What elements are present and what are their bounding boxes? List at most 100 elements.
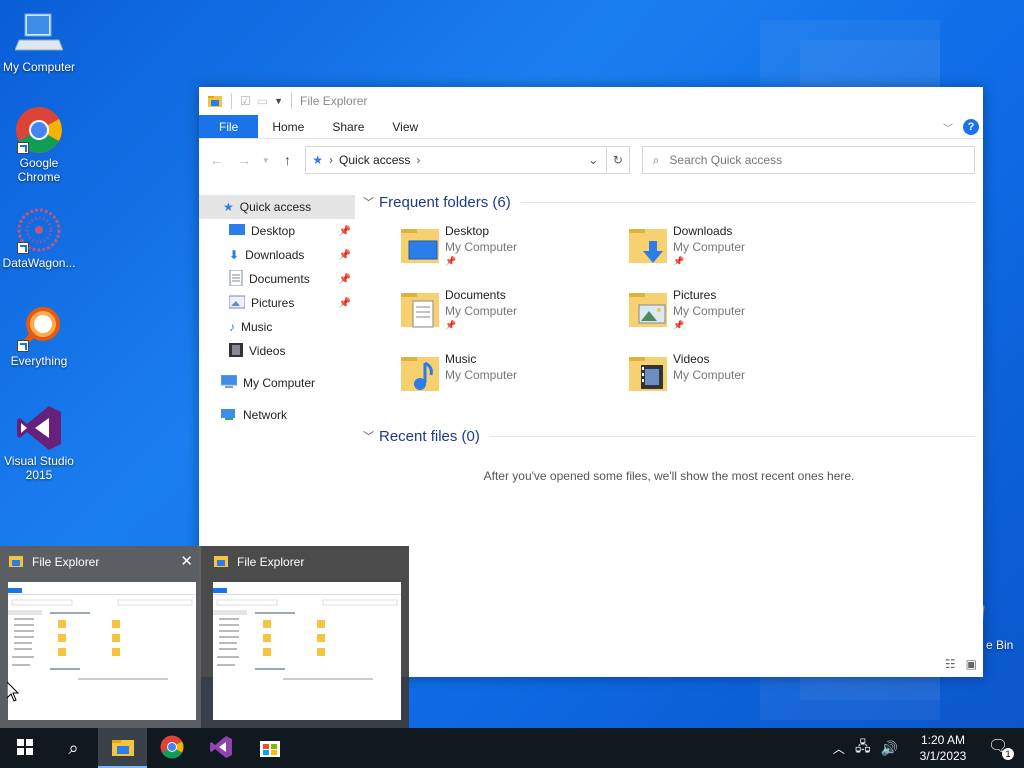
taskbar-file-explorer[interactable]: [98, 728, 147, 768]
pin-icon: 📌: [445, 256, 457, 266]
start-button[interactable]: [0, 728, 49, 768]
desktop-folder-icon: [229, 223, 245, 240]
recent-locations-icon[interactable]: ▼: [262, 156, 270, 165]
desktop-icon-my-computer[interactable]: My Computer: [0, 10, 78, 74]
refresh-button[interactable]: ↻: [606, 146, 630, 174]
documents-folder-icon: [399, 287, 441, 331]
sidebar-item-label: Videos: [249, 344, 286, 358]
music-note-icon: ♪: [229, 320, 235, 334]
sidebar-item-my-computer[interactable]: My Computer: [199, 371, 355, 395]
sidebar-item-label: Pictures: [251, 296, 295, 310]
pin-icon: 📌: [673, 256, 685, 266]
clock-date: 3/1/2023: [919, 749, 967, 763]
window-preview[interactable]: [213, 582, 401, 720]
breadcrumb-chevron-icon: ›: [416, 153, 421, 167]
tab-view[interactable]: View: [378, 115, 432, 138]
taskbar-visual-studio[interactable]: [196, 728, 245, 768]
network-icon: [221, 407, 237, 424]
search-button[interactable]: ⌕: [49, 728, 98, 768]
pin-icon[interactable]: 📌: [339, 250, 351, 261]
sidebar-item-downloads[interactable]: ⬇ Downloads 📌: [199, 243, 355, 267]
desktop-folder-icon: [399, 223, 441, 267]
up-icon[interactable]: ↑: [278, 152, 297, 168]
network-icon[interactable]: 🖧: [855, 736, 871, 760]
search-icon: ⌕: [68, 737, 79, 758]
clock[interactable]: 1:20 AM 3/1/2023: [908, 732, 978, 764]
chevron-down-icon[interactable]: ▼: [274, 96, 283, 106]
shortcut-arrow-icon: [17, 142, 29, 154]
music-folder-icon: [399, 351, 441, 395]
folder-location: My Computer: [673, 304, 746, 318]
chevron-down-icon[interactable]: ⌄: [588, 153, 598, 167]
tab-share[interactable]: Share: [318, 115, 378, 138]
help-icon[interactable]: ?: [963, 119, 979, 135]
sidebar-item-videos[interactable]: Videos: [199, 339, 355, 363]
chevron-up-icon[interactable]: ︿: [833, 740, 845, 757]
address-bar[interactable]: ★ › Quick access › ⌄: [305, 146, 608, 174]
folder-tile-downloads[interactable]: Downloads My Computer 📌: [627, 223, 855, 273]
desktop-icon-datawagon[interactable]: DataWagon...: [0, 206, 78, 270]
folder-tile-music[interactable]: Music My Computer: [399, 351, 627, 401]
sidebar-item-quick-access[interactable]: ★ Quick access: [199, 195, 355, 219]
sidebar-item-pictures[interactable]: Pictures 📌: [199, 291, 355, 315]
desktop-icon-label: Google Chrome: [17, 156, 61, 184]
section-frequent-folders[interactable]: ﹀ Frequent folders (6): [363, 191, 975, 213]
pin-icon[interactable]: 📌: [339, 298, 351, 309]
window-preview[interactable]: [8, 582, 196, 720]
taskbar-store[interactable]: [245, 728, 294, 768]
sidebar-item-desktop[interactable]: Desktop 📌: [199, 219, 355, 243]
downloads-folder-icon: [627, 223, 669, 267]
pin-icon[interactable]: 📌: [339, 226, 351, 237]
taskbar: ⌕ ︿ 🖧 🔊 1:20 AM 3/1/2023 🗨 1: [0, 728, 1024, 768]
frequent-folders-grid: Desktop My Computer 📌 Downloads My Compu…: [399, 223, 975, 401]
thumbnail-title: File Explorer: [32, 555, 100, 569]
breadcrumb-chevron-icon: ›: [329, 153, 334, 167]
desktop-icon-everything[interactable]: Everything: [0, 304, 78, 368]
search-input[interactable]: Search Quick access: [669, 153, 782, 167]
search-box[interactable]: ⌕ Search Quick access: [641, 146, 975, 174]
folder-tile-pictures[interactable]: Pictures My Computer 📌: [627, 287, 855, 337]
taskbar-thumbnail-popup: File Explorer ✕ File Explorer: [0, 546, 409, 728]
forward-icon[interactable]: →: [234, 152, 253, 168]
view-switcher: ☷ ▣: [945, 657, 977, 671]
sidebar-item-music[interactable]: ♪ Music: [199, 315, 355, 339]
properties-icon[interactable]: ☑: [240, 94, 251, 108]
expand-ribbon-icon[interactable]: ﹀: [943, 120, 953, 135]
search-icon: ⌕: [652, 152, 660, 167]
sidebar-item-documents[interactable]: Documents 📌: [199, 267, 355, 291]
pin-icon: 📌: [445, 320, 457, 330]
document-icon: [229, 269, 243, 289]
taskbar-chrome[interactable]: [147, 728, 196, 768]
desktop-icon-visual-studio[interactable]: Visual Studio 2015: [0, 404, 78, 482]
folder-name: Downloads: [673, 224, 733, 238]
shortcut-arrow-icon: [17, 340, 29, 352]
quick-access-star-icon: ★: [312, 153, 324, 167]
back-icon[interactable]: ←: [207, 152, 226, 168]
title-bar[interactable]: ☑ ▭ ▼ File Explorer: [199, 87, 983, 115]
notification-center-button[interactable]: 🗨 1: [988, 736, 1014, 760]
folder-tile-documents[interactable]: Documents My Computer 📌: [399, 287, 627, 337]
volume-icon[interactable]: 🔊: [881, 740, 898, 757]
recent-files-empty-message: After you've opened some files, we'll sh…: [483, 469, 855, 483]
download-arrow-icon: ⬇: [229, 248, 240, 262]
chevron-down-icon: ﹀: [363, 197, 374, 209]
thumbnail-window-1[interactable]: File Explorer ✕: [0, 546, 201, 728]
section-recent-files[interactable]: ﹀ Recent files (0): [363, 425, 975, 447]
thumbnail-window-2[interactable]: File Explorer: [205, 546, 406, 728]
datawagon-icon: [15, 206, 63, 254]
details-view-icon[interactable]: ☷: [945, 657, 956, 671]
folder-tile-desktop[interactable]: Desktop My Computer 📌: [399, 223, 627, 273]
new-folder-icon[interactable]: ▭: [257, 94, 268, 108]
notification-badge: 1: [1002, 748, 1014, 760]
pin-icon[interactable]: 📌: [339, 274, 351, 285]
desktop-icon-google-chrome[interactable]: Google Chrome: [0, 106, 78, 184]
tab-file[interactable]: File: [199, 115, 259, 138]
sidebar-item-network[interactable]: Network: [199, 403, 355, 427]
folder-tile-videos[interactable]: Videos My Computer: [627, 351, 855, 401]
breadcrumb[interactable]: Quick access: [339, 153, 410, 167]
tab-home[interactable]: Home: [258, 115, 318, 138]
visual-studio-icon: [209, 735, 233, 762]
large-icons-view-icon[interactable]: ▣: [966, 657, 977, 671]
close-icon[interactable]: ✕: [180, 554, 193, 569]
